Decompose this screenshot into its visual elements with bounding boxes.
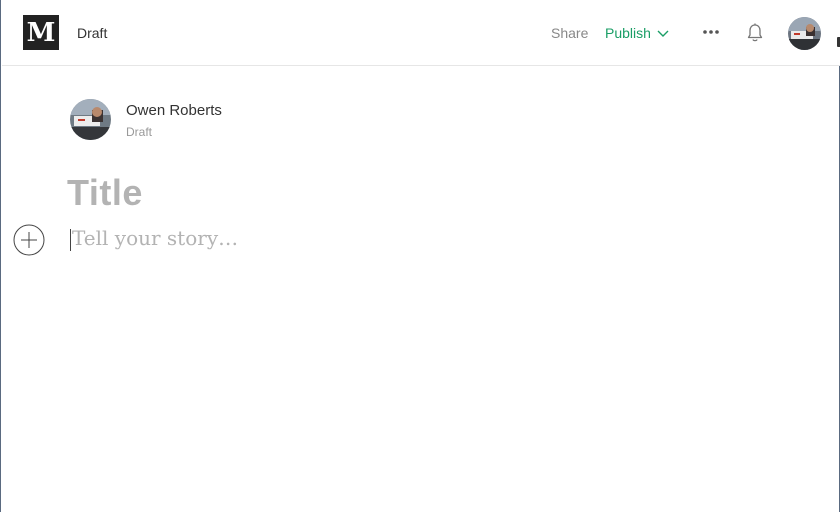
user-avatar[interactable]: [788, 17, 821, 50]
author-status: Draft: [126, 125, 153, 139]
draft-status-label: Draft: [77, 25, 108, 41]
author-name[interactable]: Owen Roberts: [126, 102, 222, 119]
share-button[interactable]: Share: [551, 25, 588, 41]
author-avatar-photo: [70, 99, 111, 140]
avatar-photo: [788, 17, 821, 50]
logo-letter: M: [26, 17, 56, 48]
editor-window: M Draft Share Publish Owen Roberts Draft…: [0, 0, 840, 512]
author-avatar[interactable]: [70, 99, 111, 140]
chevron-down-icon: [657, 30, 669, 37]
story-body-input[interactable]: Tell your story…: [72, 226, 238, 250]
medium-logo-icon[interactable]: M: [23, 15, 59, 50]
publish-label: Publish: [605, 25, 651, 41]
more-horizontal-icon[interactable]: [700, 22, 722, 42]
plus-circle-icon[interactable]: [13, 224, 45, 256]
publish-button[interactable]: Publish: [605, 25, 669, 41]
title-placeholder[interactable]: Title: [67, 172, 143, 214]
text-cursor: [70, 229, 71, 251]
bell-icon[interactable]: [745, 22, 765, 44]
author-block: Owen Roberts Draft: [70, 99, 222, 140]
top-navbar: M Draft Share Publish: [2, 0, 840, 66]
